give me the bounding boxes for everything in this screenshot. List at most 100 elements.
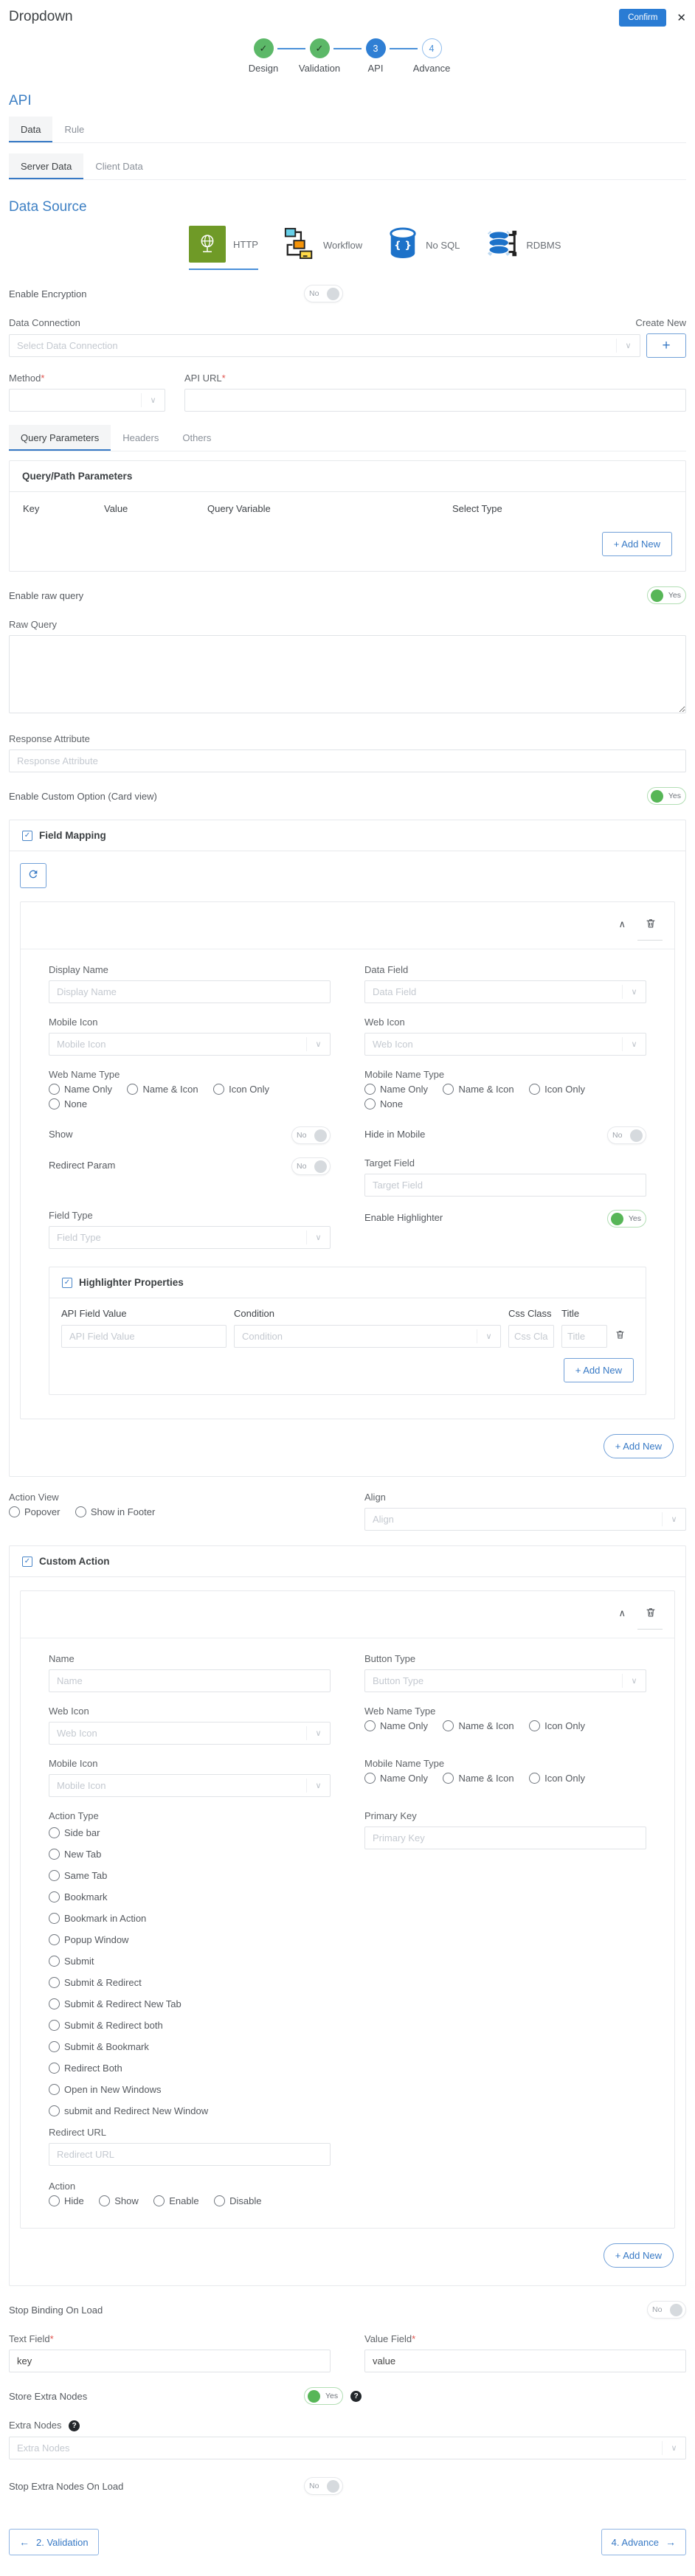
field-type-select[interactable]: Field Type ∨ [49, 1226, 331, 1249]
datasource-rdbms[interactable]: RDBMS [485, 226, 561, 270]
radio-bookmark-in-action[interactable]: Bookmark in Action [49, 1913, 331, 1924]
radio-web-name-only[interactable]: Name Only [49, 1084, 112, 1095]
data-field-select[interactable]: Data Field ∨ [364, 980, 646, 1003]
api-url-input[interactable] [184, 389, 686, 412]
field-mapping-checkbox[interactable]: ✓ [22, 830, 32, 841]
radio-show-in-footer[interactable]: Show in Footer [75, 1506, 155, 1517]
tab-data[interactable]: Data [9, 117, 53, 142]
radio-ca-mobile-name-icon[interactable]: Name & Icon [443, 1773, 514, 1784]
response-attribute-input[interactable] [9, 749, 686, 772]
collapse-icon[interactable]: ∧ [618, 918, 626, 930]
radio-popover[interactable]: Popover [9, 1506, 60, 1517]
trash-icon[interactable] [645, 917, 657, 933]
radio-show[interactable]: Show [99, 2195, 139, 2206]
radio-mobile-name-only[interactable]: Name Only [364, 1084, 428, 1095]
custom-action-checkbox[interactable]: ✓ [22, 1556, 32, 1567]
radio-submit-bookmark[interactable]: Submit & Bookmark [49, 2041, 331, 2052]
help-icon[interactable]: ? [350, 2390, 362, 2402]
step-validation[interactable]: ✓ Validation [294, 38, 345, 74]
radio-ca-mobile-name-only[interactable]: Name Only [364, 1773, 428, 1784]
datasource-nosql[interactable]: { } No SQL [387, 226, 460, 270]
store-extra-nodes-toggle[interactable]: Yes [304, 2387, 344, 2405]
radio-submit-redirect-new-tab[interactable]: Submit & Redirect New Tab [49, 1998, 331, 2009]
radio-ca-web-icon-only[interactable]: Icon Only [529, 1720, 585, 1731]
datasource-workflow[interactable]: Workflow [283, 226, 362, 270]
highlighter-properties-checkbox[interactable]: ✓ [62, 1277, 72, 1288]
step-advance[interactable]: 4 Advance [407, 38, 457, 74]
radio-new-tab[interactable]: New Tab [49, 1849, 331, 1860]
mobile-icon-select[interactable]: Mobile Icon ∨ [49, 1033, 331, 1056]
show-toggle[interactable]: No [291, 1126, 331, 1144]
highlighter-add-new-button[interactable]: + Add New [563, 1358, 634, 1382]
radio-disable[interactable]: Disable [214, 2195, 261, 2206]
tab-query-parameters[interactable]: Query Parameters [9, 425, 111, 451]
radio-submit[interactable]: Submit [49, 1956, 331, 1967]
tab-rule[interactable]: Rule [52, 117, 96, 142]
condition-select[interactable]: Condition ∨ [234, 1325, 501, 1348]
enable-highlighter-toggle[interactable]: Yes [606, 1210, 646, 1228]
radio-submit-redirect-both[interactable]: Submit & Redirect both [49, 2020, 331, 2031]
radio-ca-web-name-only[interactable]: Name Only [364, 1720, 428, 1731]
radio-side-bar[interactable]: Side bar [49, 1827, 331, 1838]
radio-ca-web-name-icon[interactable]: Name & Icon [443, 1720, 514, 1731]
stop-binding-toggle[interactable]: No [647, 2301, 686, 2319]
close-icon[interactable]: ✕ [677, 13, 686, 24]
data-connection-select[interactable]: Select Data Connection ∨ [9, 334, 640, 357]
radio-ca-mobile-icon-only[interactable]: Icon Only [529, 1773, 585, 1784]
radio-mobile-name-icon[interactable]: Name & Icon [443, 1084, 514, 1095]
name-input[interactable] [49, 1669, 331, 1692]
stop-extra-nodes-toggle[interactable]: No [304, 2477, 343, 2496]
ca-web-icon-select[interactable]: Web Icon ∨ [49, 1722, 331, 1745]
refresh-button[interactable] [20, 863, 46, 888]
align-select[interactable]: Align ∨ [364, 1508, 686, 1531]
radio-mobile-none[interactable]: None [364, 1098, 403, 1109]
tab-server-data[interactable]: Server Data [9, 153, 84, 179]
primary-key-input[interactable] [364, 1827, 646, 1849]
radio-web-name-icon[interactable]: Name & Icon [127, 1084, 198, 1095]
value-field-input[interactable] [364, 2350, 686, 2372]
enable-custom-option-toggle[interactable]: Yes [646, 787, 686, 805]
redirect-url-input[interactable] [49, 2143, 331, 2166]
step-design[interactable]: ✓ Design [238, 38, 288, 74]
radio-open-in-new-windows[interactable]: Open in New Windows [49, 2084, 331, 2095]
radio-enable[interactable]: Enable [153, 2195, 199, 2206]
hide-in-mobile-toggle[interactable]: No [607, 1126, 646, 1144]
redirect-param-toggle[interactable]: No [291, 1157, 331, 1175]
tab-headers[interactable]: Headers [111, 425, 170, 451]
radio-web-icon-only[interactable]: Icon Only [213, 1084, 269, 1095]
radio-mobile-icon-only[interactable]: Icon Only [529, 1084, 585, 1095]
query-params-add-new-button[interactable]: + Add New [601, 532, 672, 556]
radio-bookmark[interactable]: Bookmark [49, 1891, 331, 1902]
css-class-input[interactable] [508, 1325, 554, 1348]
radio-submit-redirect-new-window[interactable]: submit and Redirect New Window [49, 2105, 331, 2116]
method-select[interactable]: ∨ [9, 389, 165, 412]
trash-icon[interactable] [645, 1606, 657, 1622]
api-field-value-input[interactable] [61, 1325, 227, 1348]
collapse-icon[interactable]: ∧ [618, 1607, 626, 1619]
radio-redirect-both[interactable]: Redirect Both [49, 2063, 331, 2074]
raw-query-textarea[interactable] [9, 635, 686, 713]
text-field-input[interactable] [9, 2350, 331, 2372]
display-name-input[interactable] [49, 980, 331, 1003]
radio-hide[interactable]: Hide [49, 2195, 84, 2206]
target-field-input[interactable] [364, 1174, 646, 1197]
datasource-http[interactable]: HTTP [189, 226, 258, 270]
create-new-connection-button[interactable]: + [646, 333, 686, 358]
web-icon-select[interactable]: Web Icon ∨ [364, 1033, 646, 1056]
trash-icon[interactable] [615, 1329, 634, 1344]
custom-action-add-new-button[interactable]: + Add New [603, 2243, 674, 2268]
button-type-select[interactable]: Button Type ∨ [364, 1669, 646, 1692]
ca-mobile-icon-select[interactable]: Mobile Icon ∨ [49, 1774, 331, 1797]
next-advance-button[interactable]: 4. Advance → [601, 2529, 686, 2556]
tab-others[interactable]: Others [170, 425, 223, 451]
radio-submit-redirect[interactable]: Submit & Redirect [49, 1977, 331, 1988]
confirm-button[interactable]: Confirm [619, 9, 667, 27]
radio-popup-window[interactable]: Popup Window [49, 1934, 331, 1945]
radio-web-none[interactable]: None [49, 1098, 87, 1109]
help-icon[interactable]: ? [69, 2420, 80, 2432]
enable-raw-query-toggle[interactable]: Yes [646, 586, 686, 604]
step-api[interactable]: 3 API [350, 38, 401, 74]
enable-encryption-toggle[interactable]: No [304, 285, 343, 302]
back-validation-button[interactable]: ← 2. Validation [9, 2529, 99, 2556]
extra-nodes-select[interactable]: Extra Nodes ∨ [9, 2437, 686, 2460]
